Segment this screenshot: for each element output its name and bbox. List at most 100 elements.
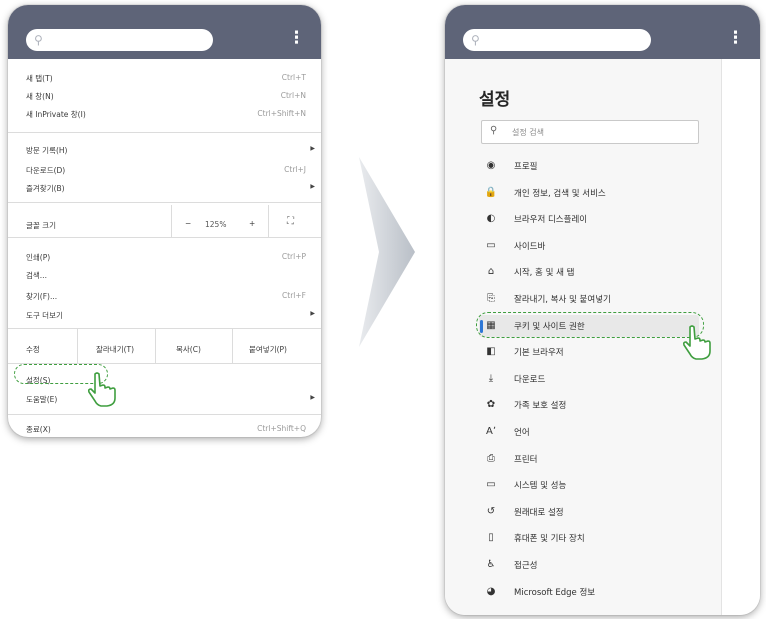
settings-nav-label: 원래대로 설정 xyxy=(514,507,564,518)
fullscreen-icon[interactable]: ⛶ xyxy=(287,216,294,227)
submenu-arrow-icon: ▶ xyxy=(310,394,315,401)
family-icon: ✿ xyxy=(486,399,496,411)
browser-toolbar: ⚲ ⋮ xyxy=(8,5,321,59)
menu-item-more-tools[interactable]: 도구 더보기 xyxy=(26,310,63,321)
menu-item-zoom: 글꼴 크기 xyxy=(26,221,56,230)
settings-nav-label: 브라우저 디스플레이 xyxy=(514,215,588,226)
settings-search-placeholder: 설정 검색 xyxy=(512,128,544,137)
paste-button[interactable]: 붙여넣기(P) xyxy=(249,344,287,355)
privacy-lock-icon: 🔒 xyxy=(484,186,498,198)
shortcut-print: Ctrl+P xyxy=(281,252,306,261)
settings-nav-item[interactable]: ◕ Microsoft Edge 정보 xyxy=(479,581,699,603)
settings-nav-label: 휴대폰 및 기타 장치 xyxy=(514,534,585,545)
address-bar[interactable]: ⚲ xyxy=(463,29,651,51)
address-bar[interactable]: ⚲ xyxy=(26,29,213,51)
system-icon: ▭ xyxy=(486,479,496,491)
menu-item-inprivate[interactable]: 새 InPrivate 창(I) xyxy=(26,109,86,120)
settings-title: 설정 xyxy=(479,90,511,110)
zoom-in-button[interactable]: + xyxy=(249,219,255,228)
zoom-divider xyxy=(171,205,172,237)
submenu-arrow-icon: ▶ xyxy=(310,183,315,190)
settings-nav-item[interactable]: ◉ 프로필 xyxy=(479,155,699,177)
reset-icon: ↺ xyxy=(486,505,496,517)
settings-nav-label: 프로필 xyxy=(514,162,538,172)
settings-nav-item[interactable]: ◐ 브라우저 디스플레이 xyxy=(479,208,699,230)
settings-nav-label: Microsoft Edge 정보 xyxy=(514,587,596,598)
copy-button[interactable]: 복사(C) xyxy=(176,344,201,355)
edit-label: 수정 xyxy=(26,345,40,354)
printer-icon: ⎙ xyxy=(487,452,495,464)
menu-item-history[interactable]: 방문 기록(H) xyxy=(26,145,67,156)
pointing-hand-icon xyxy=(682,325,711,360)
more-menu-icon[interactable]: ⋮ xyxy=(288,28,305,48)
transition-arrow-icon xyxy=(359,157,415,347)
settings-nav-label: 개인 정보, 검색 및 서비스 xyxy=(514,188,606,199)
settings-nav-label: 프린터 xyxy=(514,454,538,465)
home-icon: ⌂ xyxy=(487,266,495,278)
shortcut-new-tab: Ctrl+T xyxy=(281,73,306,82)
search-icon: ⚲ xyxy=(490,125,498,136)
edit-divider xyxy=(77,329,78,363)
browser-menu-window: ⚲ ⋮ 새 탭(T) Ctrl+T 새 창(N) Ctrl+N 새 InPriv… xyxy=(8,5,321,437)
search-icon: ⚲ xyxy=(471,33,480,47)
submenu-arrow-icon: ▶ xyxy=(310,310,315,317)
settings-nav-label: 언어 xyxy=(514,428,530,438)
settings-search-input[interactable]: ⚲ 설정 검색 xyxy=(481,120,699,144)
browser-toolbar: ⚲ ⋮ xyxy=(445,5,760,59)
language-icon: Aʼ xyxy=(485,426,497,437)
shortcut-find: Ctrl+F xyxy=(282,291,306,300)
settings-nav-item[interactable]: ◧ 기본 브라우저 xyxy=(479,341,699,363)
menu-item-new-tab[interactable]: 새 탭(T) xyxy=(26,73,53,84)
settings-window: ⚲ ⋮ 설정 ⚲ 설정 검색 ◉ 프로필 🔒 개인 정보, 검색 및 서비스 ◐ 브라우저… xyxy=(445,5,760,615)
shortcut-new-window: Ctrl+N xyxy=(280,91,306,100)
phone-icon: ▯ xyxy=(488,532,494,544)
zoom-out-button[interactable]: − xyxy=(185,219,191,228)
menu-divider xyxy=(8,414,321,415)
settings-nav-item[interactable]: 🔒 개인 정보, 검색 및 서비스 xyxy=(479,182,699,204)
shortcut-inprivate: Ctrl+Shift+N xyxy=(257,109,306,118)
more-menu-icon[interactable]: ⋮ xyxy=(727,28,744,48)
menu-item-find[interactable]: 찾기(F)... xyxy=(26,291,57,302)
edit-divider xyxy=(155,329,156,363)
cut-button[interactable]: 잘라내기(T) xyxy=(96,344,134,355)
edit-divider xyxy=(232,329,233,363)
search-icon: ⚲ xyxy=(34,33,43,47)
settings-nav-item[interactable]: ⎙ 프린터 xyxy=(479,448,699,470)
shortcut-exit: Ctrl+Shift+Q xyxy=(257,424,306,433)
menu-item-help[interactable]: 도움말(E) xyxy=(26,394,57,405)
menu-divider xyxy=(8,132,321,133)
edge-logo-icon: ◕ xyxy=(486,585,496,597)
settings-nav-item[interactable]: ↺ 원래대로 설정 xyxy=(479,501,699,523)
settings-nav-label: 시스템 및 성능 xyxy=(514,481,567,492)
zoom-level: 125% xyxy=(205,220,227,229)
settings-nav-item[interactable]: ⌂ 시작, 홈 및 새 탭 xyxy=(479,261,699,283)
settings-nav-label: 다운로드 xyxy=(514,374,546,385)
menu-item-downloads[interactable]: 다운로드(D) xyxy=(26,165,65,176)
menu-item-print[interactable]: 인쇄(P) xyxy=(26,252,50,263)
download-icon: ⤓ xyxy=(488,372,494,384)
menu-divider xyxy=(8,328,321,329)
settings-nav-item[interactable]: ▯ 휴대폰 및 기타 장치 xyxy=(479,527,699,549)
settings-nav-item[interactable]: Aʼ 언어 xyxy=(479,421,699,443)
highlight-cookie-callout xyxy=(476,312,704,338)
zoom-divider xyxy=(268,205,269,237)
settings-nav-item[interactable]: ▭ 시스템 및 성능 xyxy=(479,474,699,496)
menu-divider xyxy=(8,237,321,238)
submenu-arrow-icon: ▶ xyxy=(310,145,315,152)
menu-item-search[interactable]: 검색... xyxy=(26,270,47,281)
settings-nav-item[interactable]: ⤓ 다운로드 xyxy=(479,368,699,390)
settings-nav-item[interactable]: ▭ 사이드바 xyxy=(479,235,699,257)
settings-nav-label: 접근성 xyxy=(514,561,538,571)
pointing-hand-icon xyxy=(87,372,116,407)
menu-item-exit[interactable]: 종료(X) xyxy=(26,424,51,435)
profile-icon: ◉ xyxy=(486,160,496,171)
settings-nav-item[interactable]: ♿ 접근성 xyxy=(479,554,699,576)
settings-nav-item[interactable]: ✿ 가족 보호 설정 xyxy=(479,394,699,416)
menu-item-new-window[interactable]: 새 창(N) xyxy=(26,91,54,102)
sidebar-icon: ▭ xyxy=(486,239,496,251)
settings-nav-item[interactable]: ⎘ 잘라내기, 복사 및 붙여넣기 xyxy=(479,288,699,310)
settings-nav-label: 사이드바 xyxy=(514,241,546,252)
settings-nav-label: 잘라내기, 복사 및 붙여넣기 xyxy=(514,295,611,305)
menu-item-favorites[interactable]: 즐겨찾기(B) xyxy=(26,183,65,194)
content-pane xyxy=(721,59,760,615)
